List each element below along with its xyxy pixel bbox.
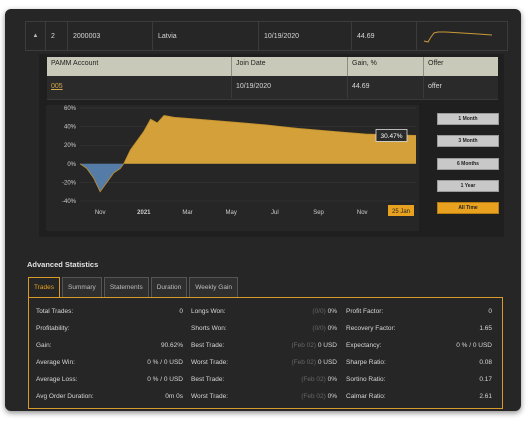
gain-cell: 44.69 (348, 76, 424, 98)
x-tick-label: 2021 (137, 210, 151, 216)
row-index: 2 (46, 22, 68, 50)
y-tick-label: 40% (64, 125, 77, 131)
x-tick-label: Nov (95, 210, 106, 216)
sparkline (417, 22, 507, 50)
y-tick-label: 0% (67, 162, 76, 168)
header-pamm-account: PAMM Account (47, 57, 232, 76)
gain-value: 44.69 (352, 22, 417, 50)
stats-column-2: Longs Won: (0/0) 0% Shorts Won: (0/0) 0% B… (191, 305, 337, 407)
pamm-panel: PAMM Account Join Date Gain, % Offer 005… (39, 54, 504, 237)
stats-tabs: Trades Summary Statements Duration Weekl… (28, 277, 239, 297)
offer-value: offer (428, 83, 442, 90)
y-tick-label: 20% (64, 143, 77, 149)
gain-chart: 60% 40% 20% 0% -20% -40% Nov 2021 Mar May Jul Sep No… (46, 105, 419, 231)
range-1-month-button[interactable]: 1 Month (437, 113, 499, 125)
stat-total-trades: Total Trades: 0 (36, 308, 183, 315)
x-tick-label: Sep (313, 210, 324, 216)
stats-column-1: Total Trades: 0 Profitability: Gain: 90.62… (36, 305, 183, 407)
x-tick-label: May (226, 210, 237, 216)
tab-statements[interactable]: Statements (103, 277, 149, 297)
account-summary-row[interactable]: ▲ 2 2000003 Latvia 10/19/2020 44.69 (25, 21, 508, 51)
pamm-account-value[interactable]: 005 (51, 83, 63, 90)
join-date-value: 10/19/2020 (232, 76, 348, 98)
tab-summary[interactable]: Summary (62, 277, 102, 297)
stat-recovery-factor: Recovery Factor: 1.65 (346, 325, 492, 332)
stat-worst-trade-pct: Worst Trade: (Feb 02) 0% (191, 393, 337, 400)
range-all-time-button[interactable]: All Time (437, 202, 499, 214)
start-date: 10/19/2020 (259, 22, 352, 50)
country: Latvia (153, 22, 259, 50)
stat-best-trade-pct: Best Trade: (Feb 02) 0% (191, 376, 337, 383)
pamm-table: PAMM Account Join Date Gain, % Offer 005… (47, 57, 498, 100)
stat-best-trade-usd: Best Trade: (Feb 02) 0 USD (191, 342, 337, 349)
stat-avg-order-duration: Avg Order Duration: 0m 0s (36, 393, 183, 400)
stat-sharpe-ratio: Sharpe Ratio: 0.08 (346, 359, 492, 366)
x-tick-label: Jul (271, 210, 279, 216)
stat-profitability: Profitability: (36, 325, 70, 332)
advanced-statistics-title: Advanced Statistics (27, 260, 99, 269)
stat-worst-trade-usd: Worst Trade: (Feb 02) 0 USD (191, 359, 337, 366)
trades-stats-panel: Total Trades: 0 Profitability: Gain: 90.62… (28, 297, 503, 409)
positive-area (123, 115, 417, 164)
y-tick-label: -40% (62, 199, 77, 205)
pamm-account-link[interactable]: 005 (47, 76, 232, 98)
stat-average-win: Average Win: 0 % / 0 USD (36, 359, 183, 366)
sparkline-graph (423, 31, 493, 43)
tab-trades[interactable]: Trades (28, 277, 60, 297)
x-tick-label: Mar (182, 210, 192, 216)
stat-shorts-won: Shorts Won: (0/0) 0% (191, 325, 337, 332)
range-1-year-button[interactable]: 1 Year (437, 180, 499, 192)
x-tick-label: Nov (357, 210, 368, 216)
stat-profit-factor: Profit Factor: 0 (346, 308, 492, 315)
triangle-icon: ▲ (32, 33, 39, 39)
date-flag-text: 25 Jan (392, 209, 410, 215)
stat-gain: Gain: 90.62% (36, 342, 183, 349)
y-tick-label: -20% (62, 180, 77, 186)
range-3-month-button[interactable]: 3 Month (437, 135, 499, 147)
stat-longs-won: Longs Won: (0/0) 0% (191, 308, 337, 315)
stat-average-loss: Average Loss: 0 % / 0 USD (36, 376, 183, 383)
pamm-table-header: PAMM Account Join Date Gain, % Offer (47, 57, 498, 76)
header-join-date: Join Date (232, 57, 348, 76)
header-gain: Gain, % (348, 57, 424, 76)
tab-weekly-gain[interactable]: Weekly Gain (189, 277, 239, 297)
stat-calmar-ratio: Calmar Ratio: 2.61 (346, 393, 492, 400)
stats-column-3: Profit Factor: 0 Recovery Factor: 1.65 Exp… (346, 305, 492, 407)
table-row: 005 10/19/2020 44.69 offer (47, 76, 498, 100)
tab-duration[interactable]: Duration (150, 277, 188, 297)
y-tick-label: 60% (64, 106, 77, 112)
expand-toggle[interactable]: ▲ (26, 22, 46, 50)
stat-expectancy: Expectancy: 0 % / 0 USD (346, 342, 492, 349)
account-id: 2000003 (68, 22, 153, 50)
gain-chart-svg: 60% 40% 20% 0% -20% -40% Nov 2021 Mar May Jul Sep No… (62, 106, 417, 216)
stat-sortino-ratio: Sortino Ratio: 0.17 (346, 376, 492, 383)
value-tooltip-text: 30.47% (380, 133, 402, 140)
pamm-details-window: ▲ 2 2000003 Latvia 10/19/2020 44.69 PAMM… (5, 9, 521, 411)
range-6-months-button[interactable]: 6 Months (437, 158, 499, 170)
header-offer: Offer (428, 60, 444, 67)
